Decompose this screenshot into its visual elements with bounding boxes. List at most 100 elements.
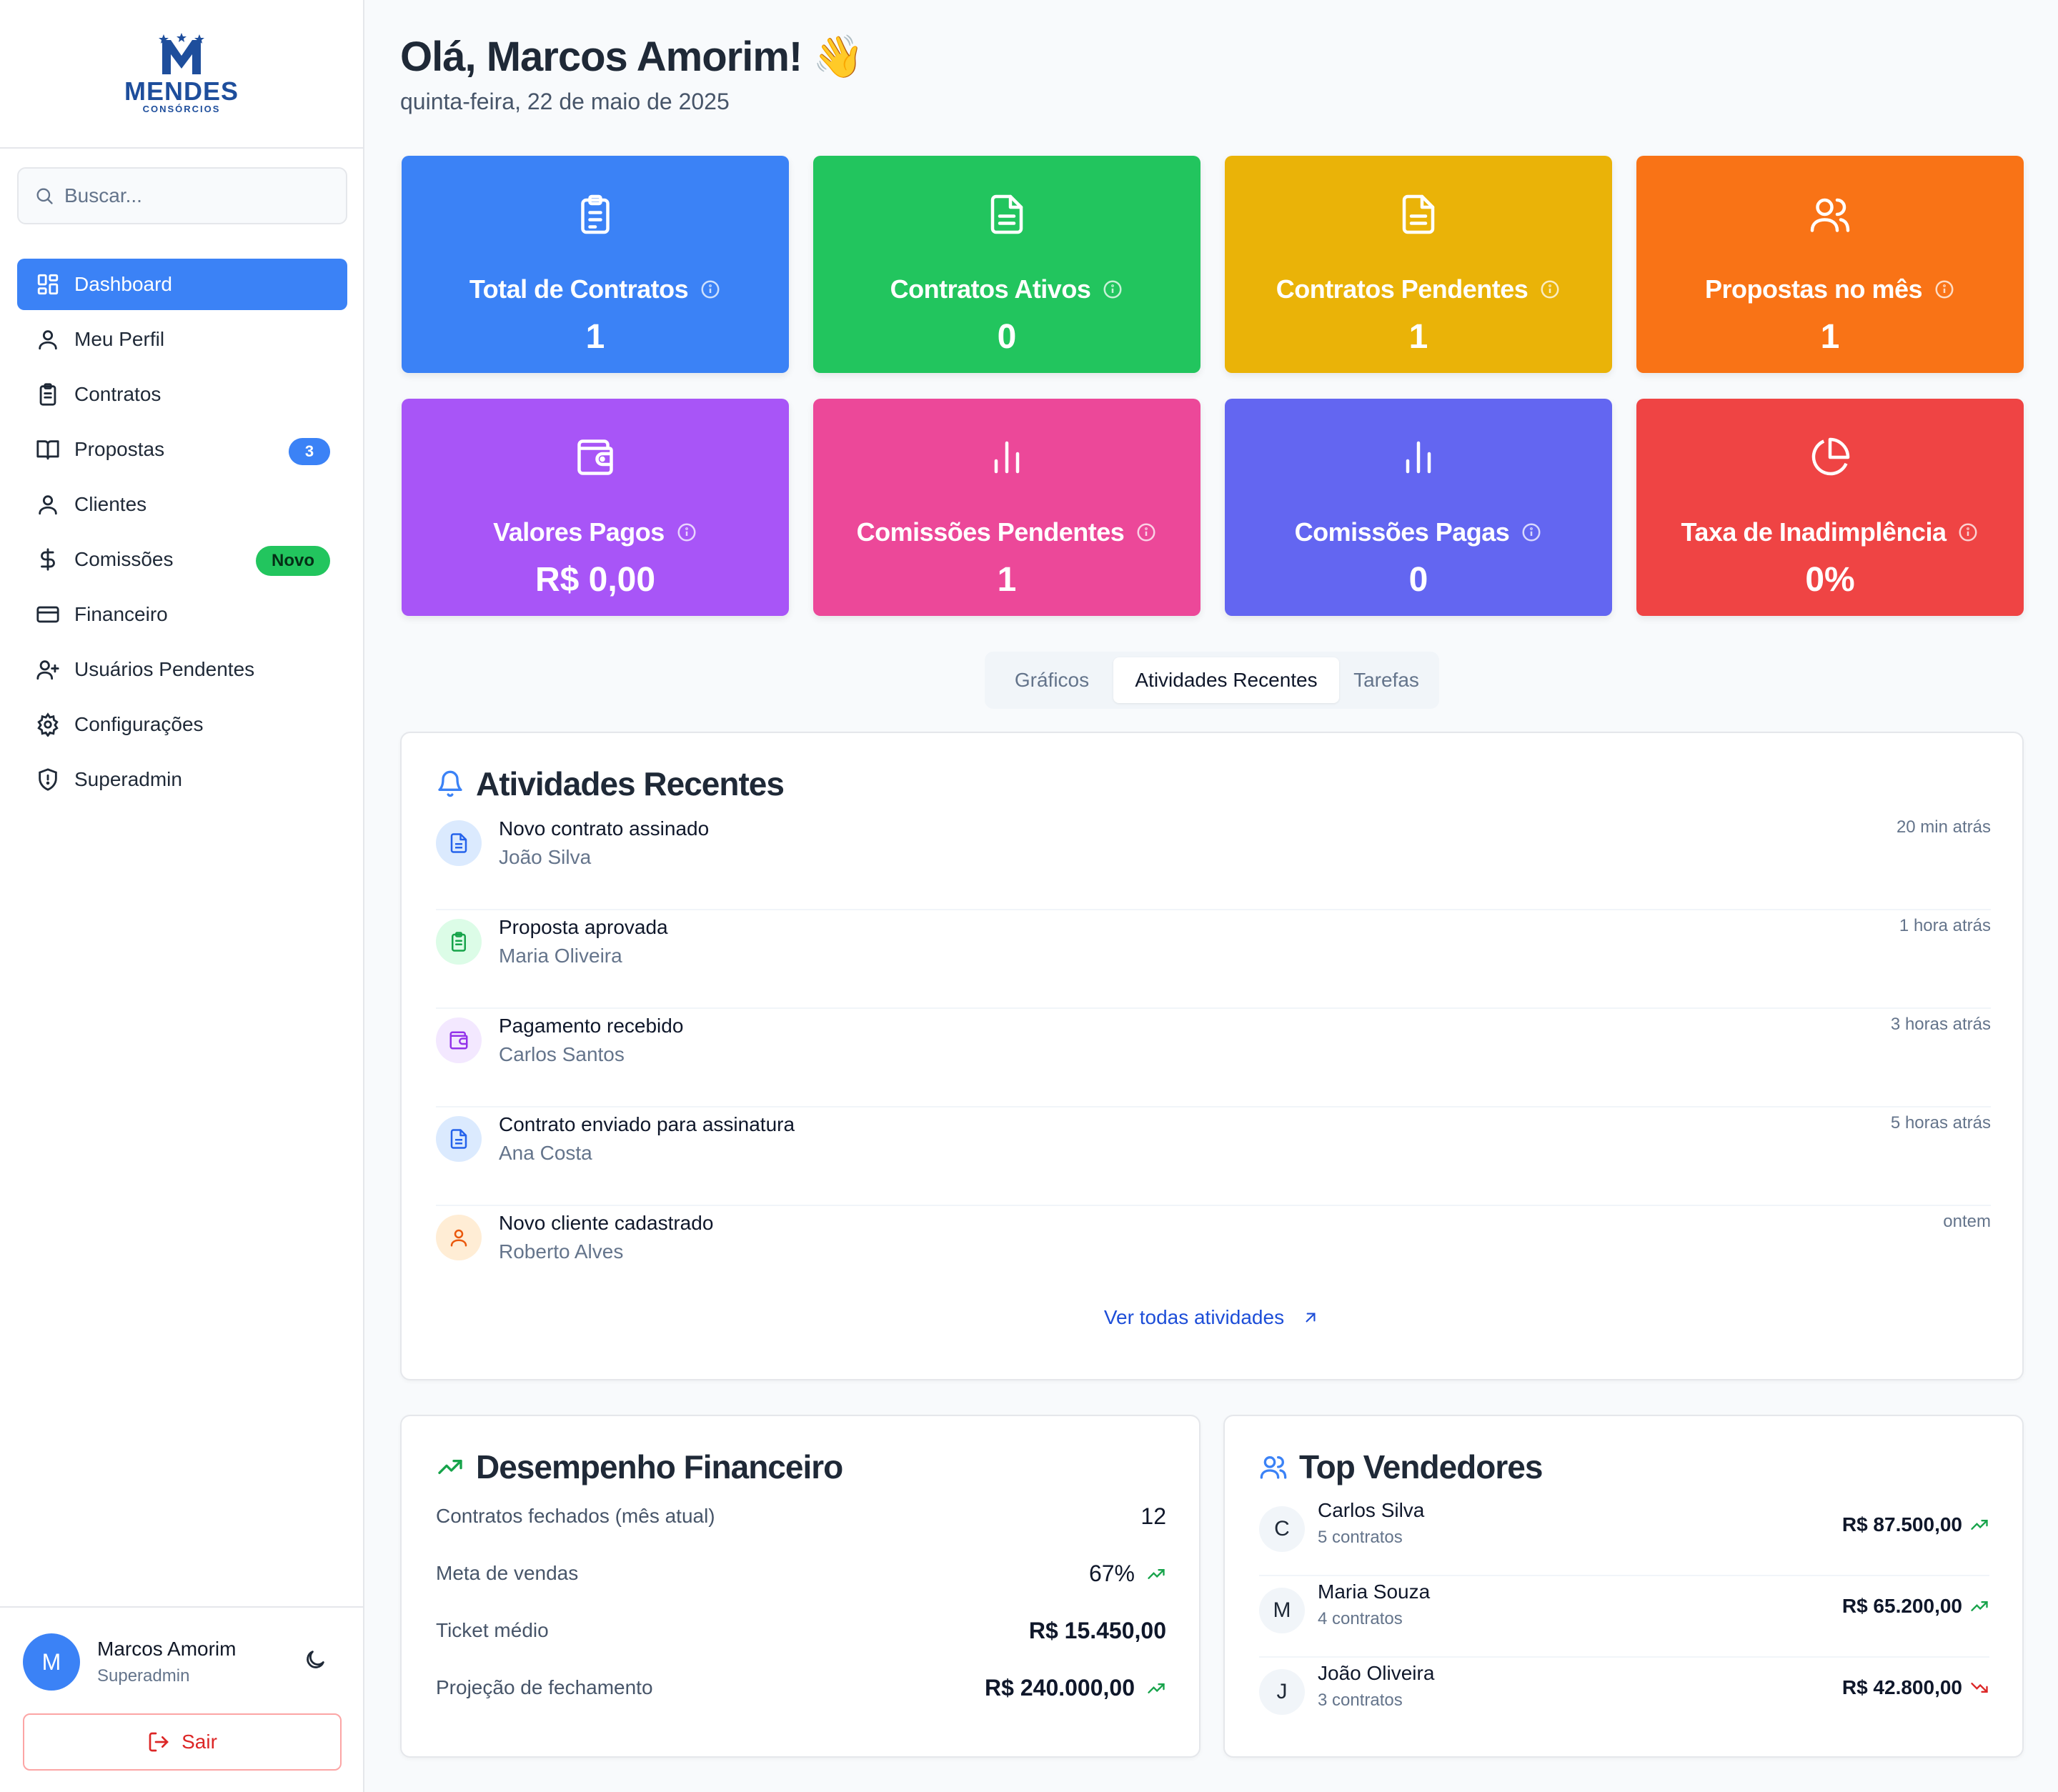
trending-down-icon xyxy=(1971,1683,1988,1693)
activity-item[interactable]: Pagamento recebido Carlos Santos 3 horas… xyxy=(436,1009,1991,1107)
activity-item[interactable]: Proposta aprovada Maria Oliveira 1 hora … xyxy=(436,910,1991,1009)
sidebar-item-label: Configurações xyxy=(74,713,204,735)
activity-title: Proposta aprovada xyxy=(499,916,668,938)
user-icon xyxy=(436,1215,482,1260)
sidebar-item-label: Usuários Pendentes xyxy=(74,658,255,680)
activity-title: Novo cliente cadastrado xyxy=(499,1212,714,1234)
stat-card-taxa-inadimplencia[interactable]: Taxa de Inadimplência 0% xyxy=(1636,399,2024,616)
trending-up-icon xyxy=(438,1460,462,1474)
brand-logo[interactable]: MENDES CONSÓRCIOS xyxy=(0,0,363,149)
activity-person: Roberto Alves xyxy=(499,1240,624,1263)
search-input[interactable] xyxy=(64,184,336,207)
avatar[interactable]: M xyxy=(23,1633,80,1691)
sidebar-item-usuarios-pendentes[interactable]: Usuários Pendentes xyxy=(17,644,347,695)
financial-value: 12 xyxy=(1140,1503,1166,1529)
user-plus-icon xyxy=(34,656,61,683)
seller-name: Carlos Silva xyxy=(1318,1499,1425,1521)
financial-label: Meta de vendas xyxy=(436,1562,579,1584)
info-icon[interactable] xyxy=(1102,279,1123,300)
stat-value: 1 xyxy=(585,318,605,356)
sidebar-item-financeiro[interactable]: Financeiro xyxy=(17,589,347,640)
see-all-label: Ver todas atividades xyxy=(1103,1306,1285,1328)
tab-atividades-recentes[interactable]: Atividades Recentes xyxy=(1113,657,1339,703)
users-icon xyxy=(1260,1456,1287,1479)
wallet-icon xyxy=(402,436,789,479)
stat-value: 0 xyxy=(997,318,1017,356)
stat-title: Comissões Pendentes xyxy=(856,517,1125,547)
brand-subtitle: CONSÓRCIOS xyxy=(142,104,221,114)
stat-title: Contratos Pendentes xyxy=(1276,274,1528,304)
stat-value: 1 xyxy=(1408,318,1428,356)
seller-item[interactable]: C Carlos Silva 5 contratos R$ 87.500,00 xyxy=(1259,1495,1989,1576)
stat-value: R$ 0,00 xyxy=(535,561,656,599)
stat-card-comissoes-pendentes[interactable]: Comissões Pendentes 1 xyxy=(813,399,1200,616)
seller-item[interactable]: M Maria Souza 4 contratos R$ 65.200,00 xyxy=(1259,1576,1989,1658)
stat-value: 0% xyxy=(1805,561,1855,599)
sidebar-item-meu-perfil[interactable]: Meu Perfil xyxy=(17,314,347,365)
financial-value: R$ 15.450,00 xyxy=(1028,1618,1166,1643)
financial-value: R$ 240.000,00 xyxy=(985,1675,1166,1701)
users-icon xyxy=(1636,193,2024,236)
see-all-activities-link[interactable]: Ver todas atividades xyxy=(402,1306,2022,1329)
sidebar-item-configuracoes[interactable]: Configurações xyxy=(17,699,347,750)
page-title: Olá, Marcos Amorim! 👋 xyxy=(400,34,865,80)
dashboard-tabs: Gráficos Atividades Recentes Tarefas xyxy=(985,652,1439,709)
document-icon xyxy=(436,820,482,866)
pie-chart-icon xyxy=(1636,436,2024,479)
sidebar-item-label: Clientes xyxy=(74,493,147,515)
seller-item[interactable]: J João Oliveira 3 contratos R$ 42.800,00 xyxy=(1259,1658,1989,1739)
info-icon[interactable] xyxy=(1521,522,1542,543)
logout-label: Sair xyxy=(182,1731,217,1753)
stat-card-contratos-ativos[interactable]: Contratos Ativos 0 xyxy=(813,156,1200,373)
sidebar-item-comissoes[interactable]: Comissões Novo xyxy=(17,534,347,585)
count-badge: 3 xyxy=(289,438,330,465)
sidebar-item-superadmin[interactable]: Superadmin xyxy=(17,754,347,805)
stat-card-valores-pagos[interactable]: Valores Pagos R$ 0,00 xyxy=(402,399,789,616)
stat-card-propostas-mes[interactable]: Propostas no mês 1 xyxy=(1636,156,2024,373)
stat-value: 1 xyxy=(1820,318,1840,356)
panel-title: Desempenho Financeiro xyxy=(476,1448,843,1485)
stat-value: 1 xyxy=(997,561,1017,599)
seller-value: R$ 42.800,00 xyxy=(1842,1676,1989,1699)
stat-card-contratos-pendentes[interactable]: Contratos Pendentes 1 xyxy=(1225,156,1612,373)
activity-title: Pagamento recebido xyxy=(499,1015,684,1037)
clipboard-icon xyxy=(436,919,482,965)
info-icon[interactable] xyxy=(1934,279,1955,300)
stat-title: Propostas no mês xyxy=(1704,274,1923,304)
sidebar-item-dashboard[interactable]: Dashboard xyxy=(17,259,347,310)
sidebar-item-clientes[interactable]: Clientes xyxy=(17,479,347,530)
top-sellers-panel: Top Vendedores C Carlos Silva 5 contrato… xyxy=(1223,1415,2024,1758)
activity-time: 1 hora atrás xyxy=(1899,916,1991,935)
sidebar-item-label: Financeiro xyxy=(74,603,168,625)
tab-graficos[interactable]: Gráficos xyxy=(990,657,1113,703)
moon-icon[interactable] xyxy=(303,1648,327,1676)
financial-performance-panel: Desempenho Financeiro Contratos fechados… xyxy=(400,1415,1200,1758)
logout-button[interactable]: Sair xyxy=(23,1713,342,1771)
info-icon[interactable] xyxy=(1957,522,1979,543)
sidebar: MENDES CONSÓRCIOS Dashboard Meu Perfil C… xyxy=(0,0,364,1792)
tab-tarefas[interactable]: Tarefas xyxy=(1339,657,1433,703)
logo-mark-icon xyxy=(159,33,204,74)
avatar: C xyxy=(1259,1506,1305,1552)
info-icon[interactable] xyxy=(1539,279,1561,300)
seller-name: Maria Souza xyxy=(1318,1581,1431,1603)
activity-item[interactable]: Contrato enviado para assinatura Ana Cos… xyxy=(436,1107,1991,1206)
activity-item[interactable]: Novo cliente cadastrado Roberto Alves on… xyxy=(436,1206,1991,1305)
trending-up-icon xyxy=(1148,1568,1165,1579)
seller-contracts: 3 contratos xyxy=(1318,1691,1403,1710)
activity-person: Ana Costa xyxy=(499,1142,592,1164)
info-icon[interactable] xyxy=(676,522,697,543)
activity-time: 20 min atrás xyxy=(1896,817,1991,837)
info-icon[interactable] xyxy=(1135,522,1157,543)
activity-item[interactable]: Novo contrato assinado João Silva 20 min… xyxy=(436,812,1991,910)
stat-card-total-contratos[interactable]: Total de Contratos 1 xyxy=(402,156,789,373)
info-icon[interactable] xyxy=(700,279,721,300)
activity-title: Novo contrato assinado xyxy=(499,817,710,840)
sidebar-item-contratos[interactable]: Contratos xyxy=(17,369,347,420)
search-box[interactable] xyxy=(17,167,347,224)
sidebar-item-propostas[interactable]: Propostas 3 xyxy=(17,424,347,475)
trending-up-icon xyxy=(1971,1601,1988,1611)
stat-card-comissoes-pagas[interactable]: Comissões Pagas 0 xyxy=(1225,399,1612,616)
bell-icon xyxy=(438,770,462,797)
sidebar-item-label: Propostas xyxy=(74,438,165,460)
